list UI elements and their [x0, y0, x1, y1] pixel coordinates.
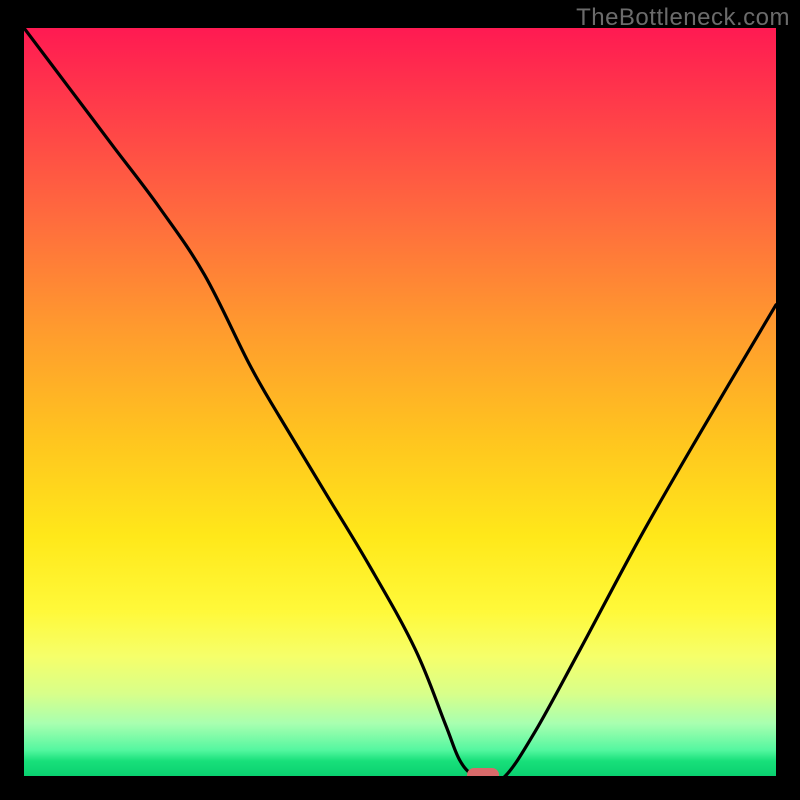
optimal-point-marker: [467, 768, 499, 776]
plot-area: [24, 28, 776, 776]
bottleneck-curve: [24, 28, 776, 776]
chart-frame: TheBottleneck.com: [0, 0, 800, 800]
watermark-label: TheBottleneck.com: [576, 4, 790, 32]
